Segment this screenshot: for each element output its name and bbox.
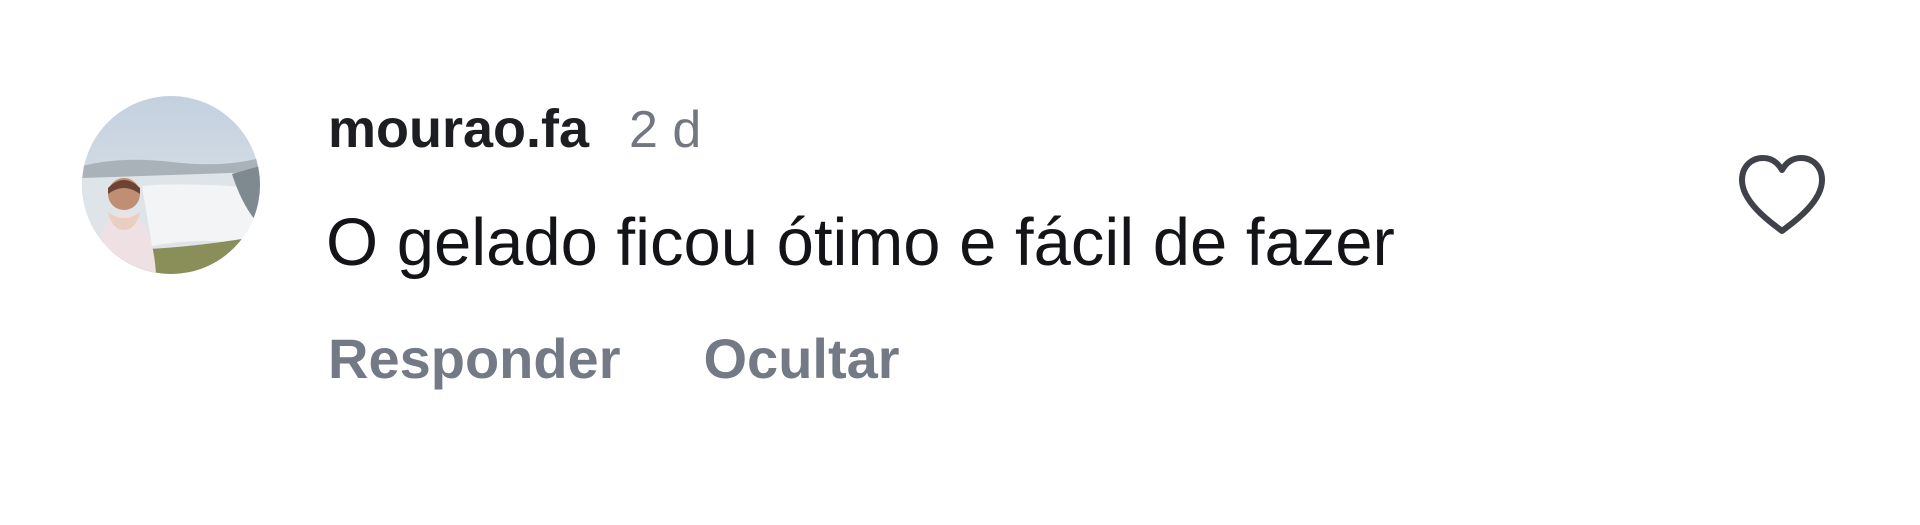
- username-link[interactable]: mourao.fa: [328, 98, 589, 160]
- reply-button[interactable]: Responder: [328, 326, 621, 391]
- hide-button[interactable]: Ocultar: [704, 326, 900, 391]
- like-button[interactable]: [1736, 152, 1828, 238]
- timestamp: 2 d: [629, 101, 702, 159]
- comment-item: mourao.fa 2 d O gelado ficou ótimo e fác…: [0, 0, 1920, 525]
- comment-header: mourao.fa 2 d: [328, 98, 702, 160]
- avatar[interactable]: [82, 96, 260, 274]
- avatar-photo: [82, 96, 260, 274]
- heart-outline-icon: [1739, 155, 1825, 234]
- comment-actions: Responder Ocultar: [328, 326, 900, 391]
- comment-text: O gelado ficou ótimo e fácil de fazer: [326, 205, 1395, 280]
